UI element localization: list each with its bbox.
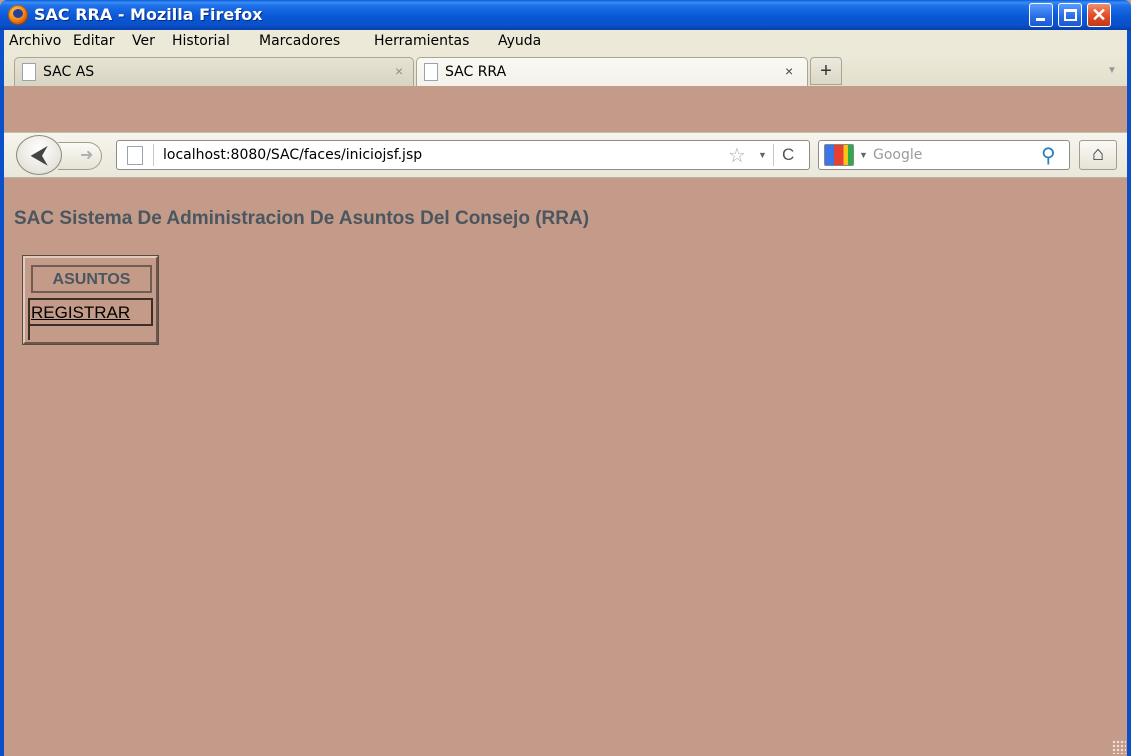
history-dropdown-icon[interactable]: ▼	[758, 150, 767, 160]
bookmark-star-icon[interactable]: ☆	[728, 143, 746, 168]
asuntos-menu-panel: ASUNTOS REGISTRAR	[22, 255, 159, 345]
forward-button[interactable]: ➜	[58, 142, 102, 170]
window-title: SAC RRA - Mozilla Firefox	[34, 5, 263, 24]
page-icon	[22, 63, 36, 81]
window-frame-right	[1127, 30, 1131, 756]
forward-arrow-icon: ➜	[80, 147, 94, 164]
registrar-link[interactable]: REGISTRAR	[28, 298, 153, 326]
page-title: SAC Sistema De Administracion De Asuntos…	[14, 208, 590, 229]
tab-close-icon[interactable]: ×	[395, 63, 403, 79]
new-tab-button[interactable]: +	[810, 57, 842, 85]
home-button[interactable]: ⌂	[1079, 140, 1117, 170]
minimize-icon	[1036, 18, 1045, 21]
browser-window: SAC RRA - Mozilla Firefox ✕ Archivo Edit…	[0, 0, 1131, 756]
maximize-button[interactable]	[1058, 3, 1082, 27]
url-text[interactable]: localhost:8080/SAC/faces/iniciojsf.jsp	[163, 147, 422, 163]
menu-title-asuntos: ASUNTOS	[31, 265, 152, 293]
search-bar[interactable]: ▼ Google ⚲	[818, 140, 1070, 170]
page-identity-icon[interactable]	[127, 146, 143, 165]
reload-icon[interactable]: C	[782, 145, 794, 165]
home-icon: ⌂	[1091, 143, 1105, 165]
close-icon: ✕	[1091, 5, 1107, 25]
menu-editar[interactable]: Editar	[73, 33, 114, 49]
firefox-logo-icon	[8, 5, 28, 25]
menu-bar: Archivo Editar Ver Historial Marcadores …	[4, 30, 1127, 54]
tab-close-icon[interactable]: ×	[785, 63, 793, 79]
search-input[interactable]: Google	[873, 147, 922, 163]
menu-ver[interactable]: Ver	[132, 33, 155, 49]
minimize-button[interactable]	[1029, 3, 1053, 27]
url-bar[interactable]: localhost:8080/SAC/faces/iniciojsf.jsp ☆…	[116, 140, 810, 170]
menu-divider	[28, 326, 30, 340]
engine-dropdown-icon[interactable]: ▼	[859, 150, 868, 160]
search-icon[interactable]: ⚲	[1041, 143, 1056, 168]
tab-sac-as[interactable]: SAC AS ×	[14, 57, 414, 86]
tab-label: SAC AS	[43, 64, 95, 80]
menu-historial[interactable]: Historial	[172, 33, 230, 49]
tab-label: SAC RRA	[445, 64, 507, 80]
list-all-tabs-icon[interactable]: ▼	[1107, 65, 1117, 76]
page-content: SAC Sistema De Administracion De Asuntos…	[4, 179, 1127, 756]
page-icon	[424, 63, 438, 81]
reload-divider	[773, 144, 774, 166]
title-bar[interactable]: SAC RRA - Mozilla Firefox ✕	[0, 0, 1131, 30]
tab-bar: SAC AS × SAC RRA × + ▼	[4, 54, 1127, 86]
menu-herramientas[interactable]: Herramientas	[374, 33, 469, 49]
menu-ayuda[interactable]: Ayuda	[498, 33, 541, 49]
resize-grip[interactable]	[1112, 740, 1126, 754]
tab-sac-rra[interactable]: SAC RRA ×	[416, 57, 808, 86]
menu-archivo[interactable]: Archivo	[9, 33, 61, 49]
close-button[interactable]: ✕	[1087, 3, 1111, 27]
menu-marcadores[interactable]: Marcadores	[259, 33, 340, 49]
maximize-icon	[1064, 9, 1077, 21]
google-engine-icon[interactable]	[824, 144, 854, 166]
back-button[interactable]: ⮜	[16, 135, 62, 175]
url-divider	[153, 144, 154, 166]
back-arrow-icon: ⮜	[31, 142, 47, 167]
